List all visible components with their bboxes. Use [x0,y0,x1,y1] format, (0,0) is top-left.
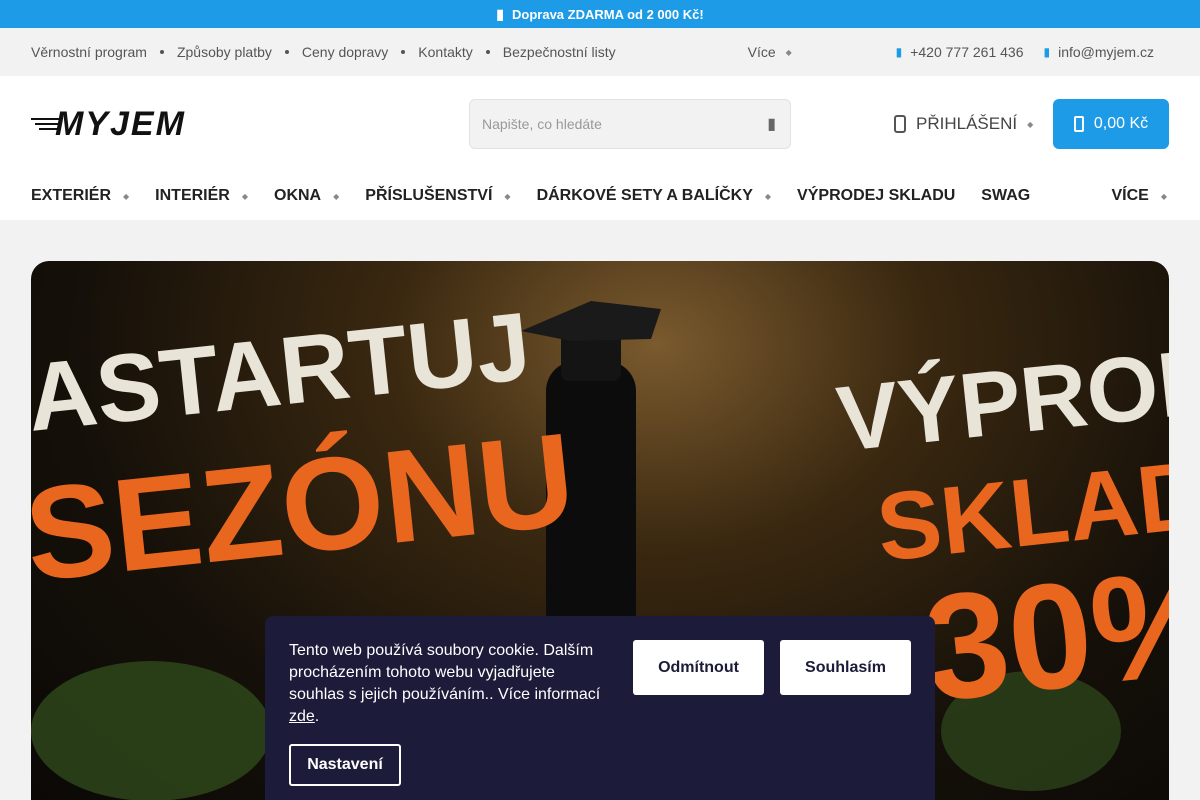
nav-item-windows[interactable]: OKNA ◆ [274,187,339,205]
nav-item-label: VÝPRODEJ SKLADU [797,187,956,204]
logo-graphic: MYJEM [31,108,186,140]
email-contact[interactable]: ▮ info@myjem.cz [1043,44,1154,60]
cart-icon [1073,116,1084,132]
chevron-down-icon: ◆ [764,191,772,201]
search-box[interactable]: ▮ [469,99,791,149]
header: MYJEM ▮ PŘIHLÁŠENÍ ◆ 0,00 Kč [0,76,1200,172]
main-nav: EXTERIÉR ◆ INTERIÉR ◆ OKNA ◆ PŘÍSLUŠENST… [0,172,1200,220]
myjem-logo[interactable]: MYJEM [31,108,257,140]
nav-item-more[interactable]: VÍCE ◆ [1112,187,1170,205]
logo-text: MYJEM [55,108,186,140]
hero-headline-3: VÝPRODEJ [832,316,1169,471]
link-safety-sheets[interactable]: Bezpečnostní listy [503,44,616,60]
link-shipping-prices[interactable]: Ceny dopravy [302,44,388,60]
free-shipping-text: Doprava ZDARMA od 2 000 Kč! [512,6,704,22]
info-more-dropdown[interactable]: Více ◆ [748,44,792,60]
nav-item-label: VÍCE [1111,187,1149,204]
contacts: ▮ +420 777 261 436 ▮ info@myjem.cz [896,44,1169,60]
nav-item-label: DÁRKOVÉ SETY A BALÍČKY [536,187,753,204]
info-icon: ▮ [496,5,505,22]
phone-number: +420 777 261 436 [910,44,1024,60]
info-more-label: Více [747,44,776,60]
chevron-down-icon: ◆ [333,191,340,201]
nav-item-label: INTERIÉR [155,187,230,204]
link-contacts[interactable]: Kontakty [418,44,472,60]
separator-dot [401,50,406,54]
chevron-down-icon: ◆ [1027,119,1034,129]
nav-item-label: EXTERIÉR [31,187,112,204]
spray-trigger-head [521,301,661,341]
nav-item-label: SWAG [981,187,1031,204]
chevron-down-icon: ◆ [123,191,130,201]
separator-dot [159,50,164,54]
free-shipping-banner: ▮ Doprava ZDARMA od 2 000 Kč! [0,0,1200,28]
cookie-more-info-link[interactable]: zde [289,708,315,725]
cart-total: 0,00 Kč [1093,115,1149,132]
chevron-down-icon: ◆ [785,47,792,57]
nav-item-exterior[interactable]: EXTERIÉR ◆ [31,187,129,205]
nav-item-gift-sets[interactable]: DÁRKOVÉ SETY A BALÍČKY ◆ [537,187,771,205]
cookie-text: Tento web používá soubory cookie. Dalším… [289,642,601,703]
nav-item-clearance[interactable]: VÝPRODEJ SKLADU [797,187,955,205]
phone-icon: ▮ [895,45,903,59]
search-input[interactable] [482,116,768,132]
cookie-message: Tento web používá soubory cookie. Dalším… [289,642,601,725]
chevron-down-icon: ◆ [504,191,511,201]
link-payment-methods[interactable]: Způsoby platby [177,44,272,60]
phone-contact[interactable]: ▮ +420 777 261 436 [896,44,1024,60]
leaf-shape [31,661,271,800]
search-icon[interactable]: ▮ [767,114,776,134]
cookie-accept-button[interactable]: Souhlasím [780,640,911,695]
link-loyalty-program[interactable]: Věrnostní program [31,44,147,60]
separator-dot [485,50,490,54]
login-label: PŘIHLÁŠENÍ [916,114,1018,133]
nav-item-label: PŘÍSLUŠENSTVÍ [365,187,493,204]
user-icon [894,115,906,133]
chevron-down-icon: ◆ [241,191,248,201]
nav-item-label: OKNA [274,187,322,204]
nav-item-interior[interactable]: INTERIÉR ◆ [155,187,248,205]
cookie-consent-dialog: Tento web používá soubory cookie. Dalším… [265,616,935,800]
cart-button[interactable]: 0,00 Kč [1053,99,1169,149]
cookie-reject-button[interactable]: Odmítnout [633,640,764,695]
email-address: info@myjem.cz [1058,44,1154,60]
hero-discount: 30% [917,534,1169,732]
mail-icon: ▮ [1043,45,1051,59]
cookie-settings-button[interactable]: Nastavení [289,744,401,786]
separator-dot [284,50,289,54]
chevron-down-icon: ◆ [1160,191,1167,201]
info-bar: Věrnostní program Způsoby platby Ceny do… [0,28,1200,76]
nav-item-accessories[interactable]: PŘÍSLUŠENSTVÍ ◆ [365,187,510,205]
login-button[interactable]: PŘIHLÁŠENÍ ◆ [894,114,1033,134]
info-links: Věrnostní program Způsoby platby Ceny do… [31,44,616,60]
nav-item-swag[interactable]: SWAG [981,187,1030,205]
